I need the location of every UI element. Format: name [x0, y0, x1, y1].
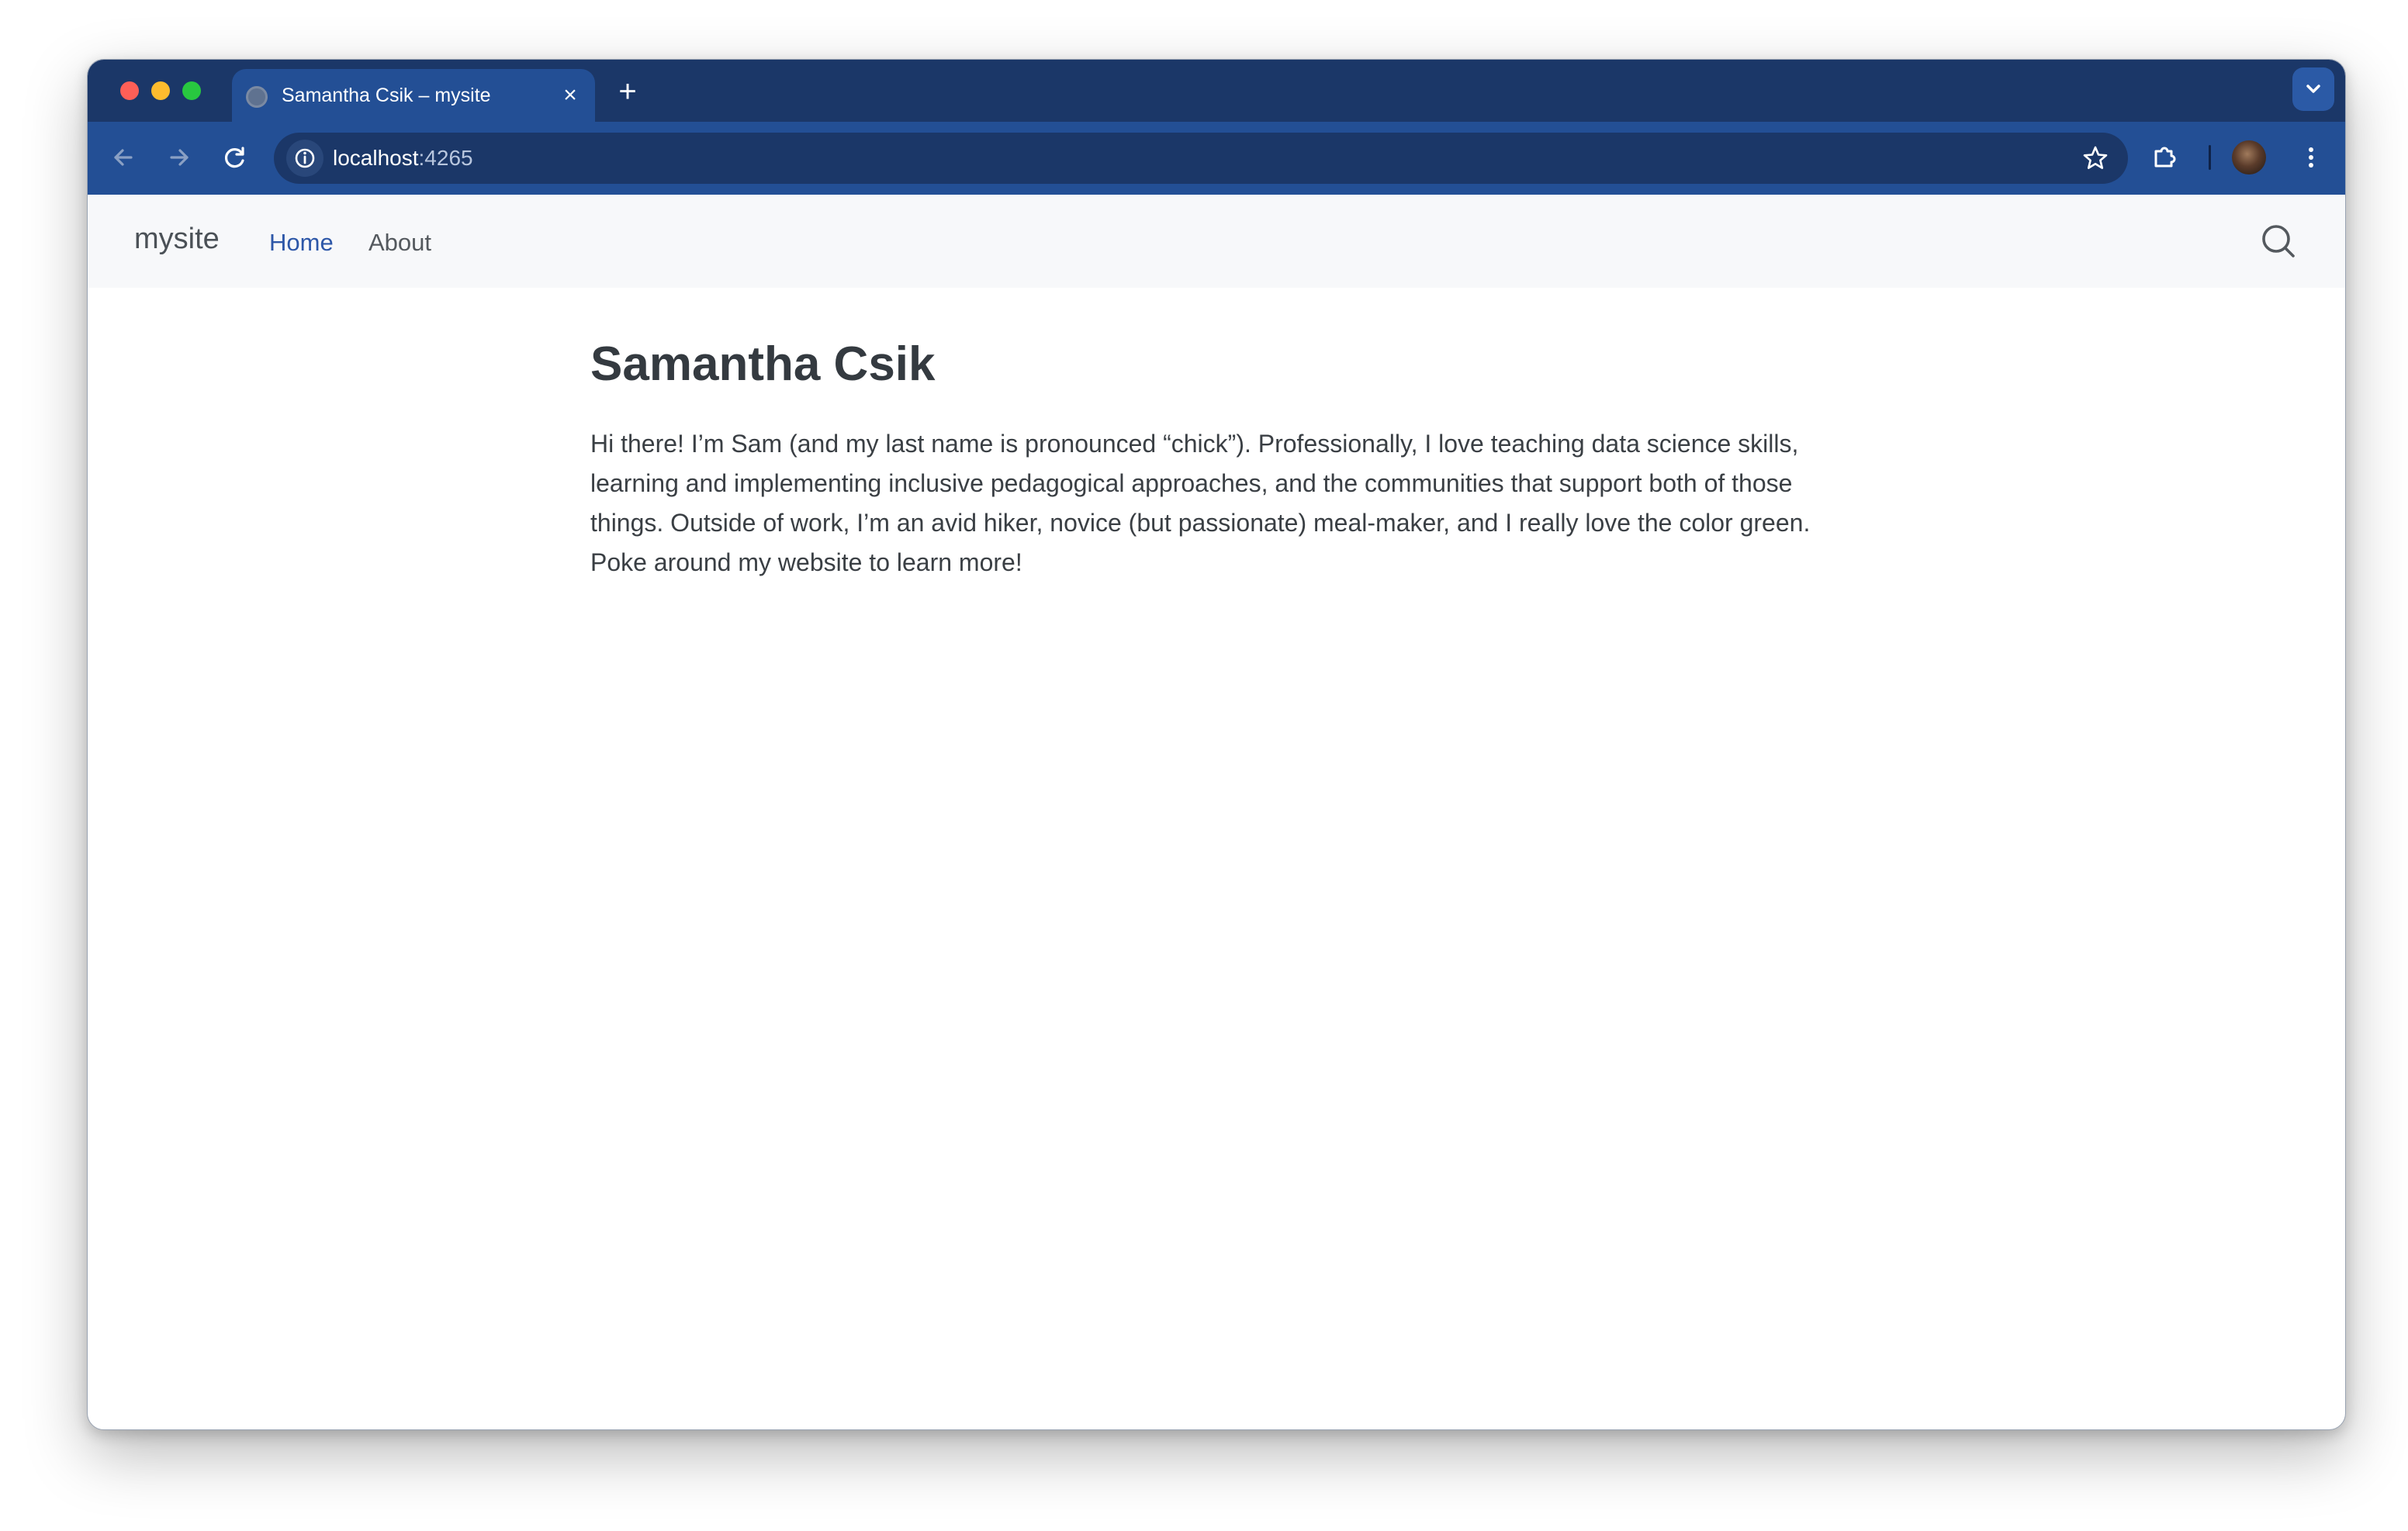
back-button[interactable] [105, 139, 142, 176]
reload-button[interactable] [216, 139, 254, 176]
address-host: localhost [333, 146, 419, 170]
site-info-button[interactable] [286, 140, 323, 177]
intro-paragraph: Hi there! I’m Sam (and my last name is p… [590, 430, 1811, 577]
tab-strip: Samantha Csik – mysite × + [88, 60, 2345, 122]
browser-window: Samantha Csik – mysite × + localhost:426… [87, 59, 2346, 1430]
address-port: :4265 [418, 146, 473, 170]
page-title: Samantha Csik [590, 337, 936, 391]
address-bar[interactable]: localhost:4265 [274, 133, 2128, 184]
browser-tab[interactable]: Samantha Csik – mysite × [232, 69, 595, 122]
plus-icon[interactable]: + [609, 74, 646, 111]
puzzle-icon [2154, 147, 2176, 168]
browser-menu-button[interactable] [2294, 140, 2328, 175]
tab-search-button[interactable] [2292, 67, 2334, 111]
info-icon [295, 148, 315, 168]
extensions-button[interactable] [2147, 139, 2184, 176]
close-icon[interactable]: × [555, 80, 586, 111]
globe-icon [246, 86, 268, 108]
nav-link-home[interactable]: Home [269, 229, 334, 257]
chevron-down-icon [2306, 85, 2320, 93]
site-search-button[interactable] [2258, 221, 2299, 261]
tab-title: Samantha Csik – mysite [282, 85, 491, 106]
address-text: localhost:4265 [333, 146, 473, 171]
close-window-button[interactable] [120, 81, 139, 100]
bookmark-button[interactable] [2080, 143, 2111, 174]
browser-toolbar: localhost:4265 [88, 122, 2345, 195]
back-arrow-icon [114, 149, 133, 166]
forward-button[interactable] [161, 139, 198, 176]
nav-link-about[interactable]: About [368, 229, 431, 257]
toolbar-divider [2209, 145, 2211, 170]
minimize-window-button[interactable] [151, 81, 170, 100]
reload-icon [225, 147, 244, 168]
site-brand-link[interactable]: mysite [134, 223, 220, 256]
main-content: Samantha Csik Hi there! I’m Sam (and my … [590, 336, 1847, 582]
site-navbar: mysite Home About [88, 195, 2345, 288]
maximize-window-button[interactable] [182, 81, 201, 100]
star-icon [2083, 146, 2108, 169]
kebab-menu-icon [2309, 147, 2313, 168]
search-icon [2262, 225, 2295, 257]
profile-avatar[interactable] [2232, 140, 2266, 175]
forward-arrow-icon [170, 149, 189, 166]
